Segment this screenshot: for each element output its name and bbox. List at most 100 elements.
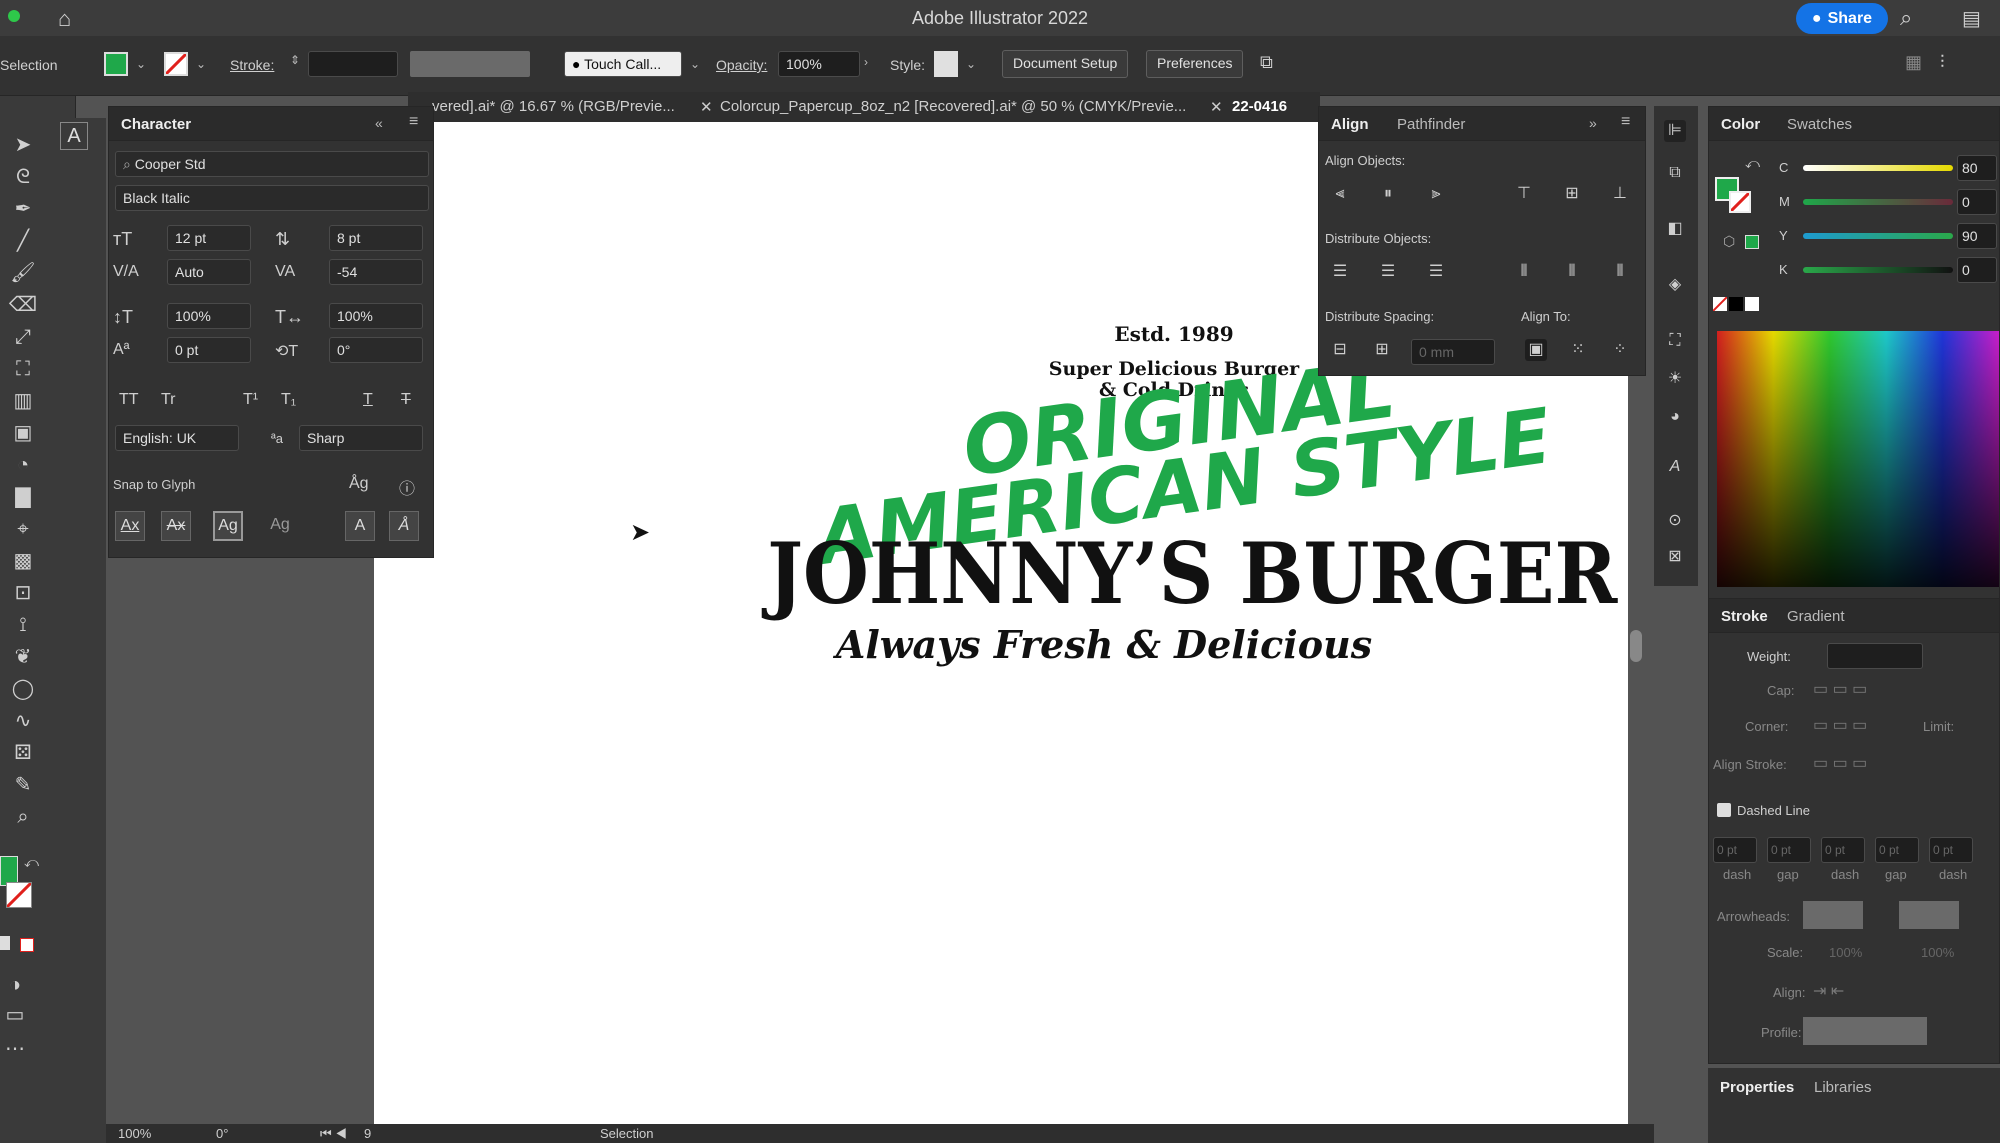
color-mode-icon[interactable]: [0, 936, 10, 950]
shape-builder-tool-icon[interactable]: ◔: [8, 452, 38, 478]
stroke-stepper-icon[interactable]: ⇕: [290, 53, 300, 67]
end-arrowhead-select[interactable]: [1899, 901, 1959, 929]
character-rotation-field[interactable]: 0°: [329, 337, 423, 363]
transform-options-icon[interactable]: ⫶: [1940, 52, 1945, 73]
perspective-tool-icon[interactable]: ⌖: [8, 516, 38, 542]
close-tab-icon[interactable]: ✕: [1210, 98, 1223, 116]
vertical-scale-field[interactable]: 100%: [167, 303, 251, 329]
black-swatch[interactable]: [1729, 297, 1743, 311]
swap-fill-stroke-icon[interactable]: ⤺: [1745, 155, 1760, 172]
start-scale-field[interactable]: 100%: [1829, 945, 1862, 960]
spacing-value-field[interactable]: 0 mm: [1411, 339, 1495, 365]
distribute-hcenter-icon[interactable]: ⦀: [1561, 261, 1583, 283]
blend-tool-icon[interactable]: ⚄: [8, 740, 38, 766]
artboards-panel-icon[interactable]: ⛶: [1664, 330, 1686, 352]
brand-title[interactable]: JOHNNY’S BURGER: [767, 524, 1617, 623]
align-bottom-icon[interactable]: ⊥: [1609, 183, 1631, 205]
tab-color[interactable]: Color: [1709, 107, 1772, 142]
transparency-panel-icon[interactable]: ◕: [1664, 406, 1686, 428]
baseline-snap-icon[interactable]: Ax: [115, 511, 145, 541]
none-mode-icon[interactable]: [20, 938, 34, 952]
draw-mode-icon[interactable]: ◑: [0, 972, 30, 998]
line-tool-icon[interactable]: ╱: [8, 228, 38, 254]
fill-dropdown-icon[interactable]: ⌄: [136, 57, 146, 71]
tracking-field[interactable]: -54: [329, 259, 423, 285]
tab-align[interactable]: Align: [1319, 107, 1381, 142]
eyedropper-tool-icon[interactable]: ✎: [8, 772, 38, 798]
font-style-field[interactable]: Black Italic: [115, 185, 429, 211]
distribute-top-icon[interactable]: ☰: [1329, 261, 1351, 283]
expand-panel-icon[interactable]: »: [1589, 115, 1597, 131]
paintbrush-tool-icon[interactable]: 🖌: [8, 260, 38, 286]
close-tab-icon[interactable]: ✕: [700, 98, 713, 116]
puppet-warp-tool-icon[interactable]: ⟟: [8, 612, 38, 638]
superscript-button[interactable]: T¹: [243, 391, 258, 409]
vertical-spacing-icon[interactable]: ⊟: [1329, 339, 1351, 361]
tab-properties[interactable]: Properties: [1708, 1070, 1806, 1105]
gap-field[interactable]: 0 pt: [1875, 837, 1919, 863]
font-size-field[interactable]: 12 pt: [167, 225, 251, 251]
align-right-icon[interactable]: ⫸: [1425, 183, 1447, 205]
align-top-icon[interactable]: ⊤: [1513, 183, 1535, 205]
column-graph-tool-icon[interactable]: ▇: [8, 484, 38, 510]
channel-c-field[interactable]: 80: [1957, 155, 1997, 181]
graphic-style-swatch[interactable]: [934, 51, 958, 77]
tab-stroke[interactable]: Stroke: [1709, 599, 1780, 634]
estd-text[interactable]: Estd. 1989: [1044, 322, 1304, 346]
stroke-color-box[interactable]: [5, 881, 33, 909]
links-panel-icon[interactable]: ⊙: [1664, 510, 1686, 532]
end-scale-field[interactable]: 100%: [1921, 945, 1954, 960]
artboard-tool-icon[interactable]: ⊡: [8, 580, 38, 606]
libraries-panel-icon[interactable]: ⊠: [1664, 546, 1686, 568]
gamut-swatch[interactable]: [1745, 235, 1759, 249]
zoom-tool-icon[interactable]: ⌕: [8, 804, 38, 830]
proximity-guides-icon[interactable]: Ag: [265, 511, 295, 541]
arrow-align-buttons-icon[interactable]: ⇥ ⇤: [1813, 981, 1844, 1001]
distribute-right-icon[interactable]: ⦀: [1609, 261, 1631, 283]
channel-m-field[interactable]: 0: [1957, 189, 1997, 215]
distribute-vcenter-icon[interactable]: ☰: [1377, 261, 1399, 283]
collapse-panel-icon[interactable]: «: [375, 115, 383, 131]
panel-menu-icon[interactable]: ≡: [409, 113, 418, 131]
glyphs-panel-icon[interactable]: A: [1664, 456, 1686, 478]
workspace-icon[interactable]: ▤: [1962, 6, 1981, 31]
scale-tool-icon[interactable]: ⤢: [8, 324, 38, 350]
weight-field[interactable]: [1827, 643, 1923, 669]
none-swatch[interactable]: [1712, 296, 1728, 312]
channel-y-field[interactable]: 90: [1957, 223, 1997, 249]
channel-k-field[interactable]: 0: [1957, 257, 1997, 283]
align-panel-icon[interactable]: ⊫: [1664, 120, 1686, 142]
graph-tool-icon[interactable]: ▥: [8, 388, 38, 414]
anchor-point-snap-icon[interactable]: Å: [389, 511, 419, 541]
rotate-view-value[interactable]: 0°: [216, 1126, 228, 1141]
fill-swatch[interactable]: [104, 52, 128, 76]
horizontal-scale-field[interactable]: 100%: [329, 303, 423, 329]
subscript-button[interactable]: T₁: [281, 391, 296, 409]
appearance-panel-icon[interactable]: ☀: [1664, 368, 1686, 390]
lasso-tool-icon[interactable]: ᘓ: [8, 164, 38, 190]
distribute-bottom-icon[interactable]: ☰: [1425, 261, 1447, 283]
edit-toolbar-icon[interactable]: ⋯: [0, 1036, 30, 1062]
horizontal-spacing-icon[interactable]: ⊞: [1371, 339, 1393, 361]
swap-colors-icon[interactable]: ⤺: [24, 854, 39, 871]
info-icon[interactable]: ⓘ: [399, 475, 415, 499]
pen-tool-icon[interactable]: ✒: [8, 196, 38, 222]
font-family-field[interactable]: ⌕ Cooper Std: [115, 151, 429, 177]
small-caps-button[interactable]: Tr: [161, 391, 176, 409]
stroke-swatch[interactable]: [164, 52, 188, 76]
align-to-key-object-icon[interactable]: ⁘: [1609, 339, 1631, 361]
tab-doc-1[interactable]: vered].ai* @ 16.67 % (RGB/Previe...: [432, 92, 702, 122]
baseline-shift-field[interactable]: 0 pt: [167, 337, 251, 363]
distribute-left-icon[interactable]: ⦀: [1513, 261, 1535, 283]
document-setup-button[interactable]: Document Setup: [1002, 50, 1129, 78]
channel-y-slider[interactable]: [1803, 233, 1953, 239]
artboard-nav-prev-icon[interactable]: ⏮ ◀: [320, 1126, 347, 1142]
align-options-icon[interactable]: ▦: [1905, 52, 1922, 73]
selection-tool-icon[interactable]: ➤: [8, 132, 38, 158]
align-to-selection-icon[interactable]: ⁙: [1567, 339, 1589, 361]
align-left-icon[interactable]: ⫷: [1329, 183, 1351, 205]
tab-character[interactable]: Character: [109, 107, 203, 142]
cap-buttons-icon[interactable]: ▭ ▭ ▭: [1813, 679, 1867, 699]
style-dropdown-icon[interactable]: ⌄: [966, 57, 976, 71]
tab-swatches[interactable]: Swatches: [1775, 107, 1864, 142]
